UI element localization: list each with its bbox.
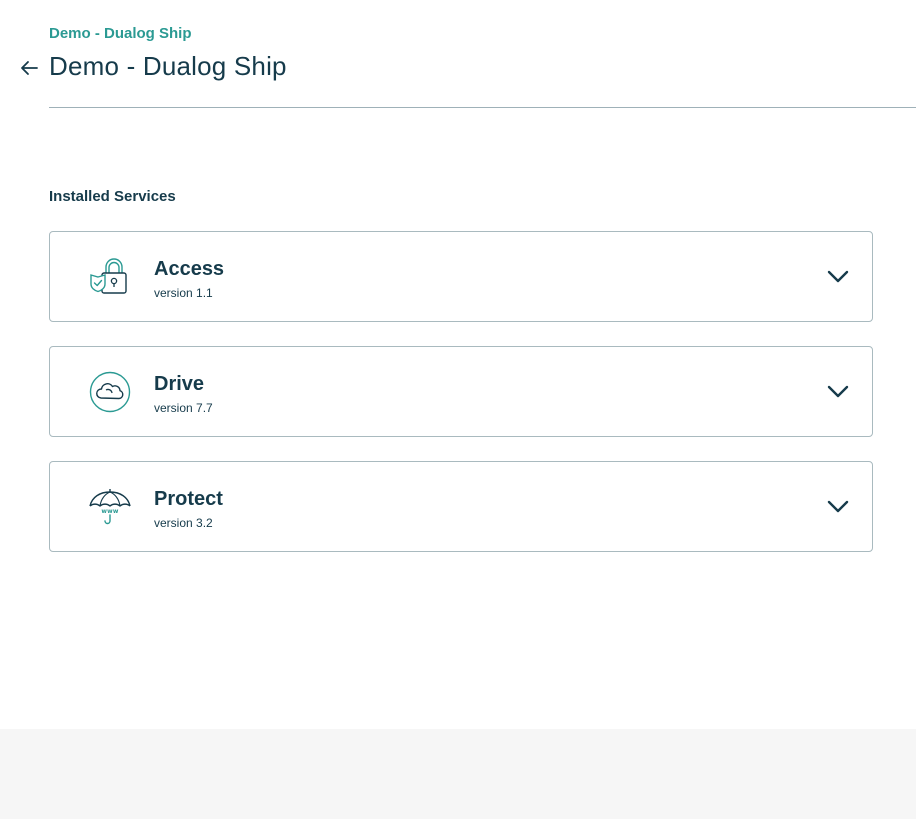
service-card-drive[interactable]: Drive version 7.7 [49,346,873,437]
service-card-protect[interactable]: www Protect version 3.2 [49,461,873,552]
page: Demo - Dualog Ship Demo - Dualog Ship In… [0,0,916,729]
service-list: Access version 1.1 Drive version 7.7 www… [49,231,873,576]
chevron-down-icon[interactable] [826,380,850,404]
service-version: version 1.1 [154,286,213,300]
back-button[interactable] [17,56,41,80]
umbrella-www-icon: www [89,489,131,525]
page-title: Demo - Dualog Ship [49,51,287,81]
chevron-down-icon[interactable] [826,495,850,519]
footer-area [0,729,916,819]
service-version: version 3.2 [154,516,213,530]
service-version: version 7.7 [154,401,213,415]
cloud-icon [89,371,131,413]
header-divider [49,107,916,108]
breadcrumb[interactable]: Demo - Dualog Ship [49,25,192,42]
service-card-access[interactable]: Access version 1.1 [49,231,873,322]
installed-services-heading: Installed Services [49,188,176,205]
arrow-left-icon [21,61,38,75]
service-name: Protect [154,488,223,510]
chevron-down-icon[interactable] [826,265,850,289]
svg-text:www: www [101,508,118,515]
service-name: Access [154,258,225,280]
service-name: Drive [154,373,205,395]
lock-shield-icon [90,258,127,294]
